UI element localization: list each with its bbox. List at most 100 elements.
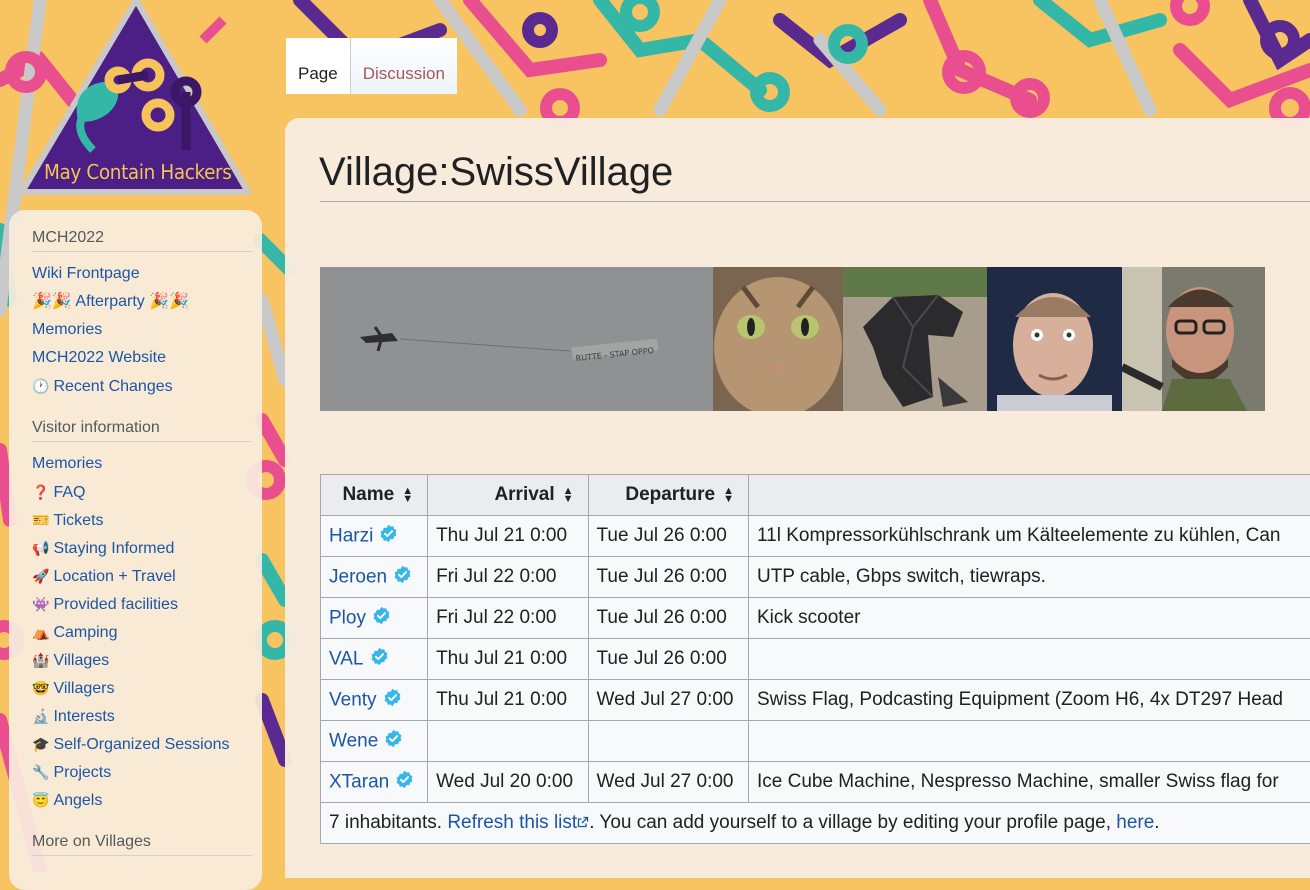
sidebar-item-camping: ⛺Camping: [32, 618, 262, 646]
sidebar-item-icon: 🤓: [32, 674, 49, 702]
cell-departure: Tue Jul 26 0:00: [588, 598, 748, 639]
column-header-brings: [748, 475, 1310, 516]
sidebar-list: Wiki Frontpage 🎉🎉 Afterparty 🎉🎉 Memories MC…: [32, 260, 262, 400]
sidebar-item-icon: ❓: [32, 478, 49, 506]
sidebar-item-icon: 🎓: [32, 730, 49, 758]
sidebar-item-angels: 😇Angels: [32, 786, 262, 814]
cell-name: VAL: [321, 639, 428, 680]
sidebar-item-provided-facilities: 👾Provided facilities: [32, 590, 262, 618]
sidebar-item-afterparty: 🎉🎉 Afterparty 🎉🎉: [32, 288, 262, 316]
sort-icon: ▲▼: [402, 487, 413, 503]
verified-badge-icon: [383, 688, 402, 713]
content-area: Village:SwissVillage RUTTE - STAP OPPO: [285, 118, 1310, 878]
table-row: Venty Thu Jul 21 0:00Wed Jul 27 0:00Swiss…: [321, 680, 1310, 721]
external-link-icon: [577, 816, 589, 828]
photo-polygon-sculpture[interactable]: [843, 267, 987, 411]
cell-arrival: [428, 721, 588, 762]
sidebar-link[interactable]: FAQ: [53, 484, 85, 501]
cell-brings: Swiss Flag, Podcasting Equipment (Zoom H…: [748, 680, 1310, 721]
page-title: Village:SwissVillage: [319, 150, 673, 195]
sidebar-link[interactable]: Self-Organized Sessions: [53, 736, 229, 753]
sidebar-link[interactable]: Location + Travel: [53, 568, 175, 585]
table-row: VALThu Jul 21 0:00Tue Jul 26 0:00: [321, 639, 1310, 680]
verified-badge-icon: [393, 565, 412, 590]
sidebar-link[interactable]: Villages: [53, 652, 109, 669]
sidebar-item-memories: Memories: [32, 316, 262, 344]
sidebar-link[interactable]: Camping: [53, 624, 117, 641]
table-row: Wene: [321, 721, 1310, 762]
villager-link[interactable]: Wene: [329, 730, 378, 751]
villager-link[interactable]: Ploy: [329, 607, 366, 628]
villagers-table: Name▲▼ Arrival▲▼ Departure▲▼ Harzi Thu Ju…: [320, 474, 1310, 844]
column-header-name[interactable]: Name▲▼: [321, 475, 428, 516]
cell-name: Harzi: [321, 516, 428, 557]
column-header-departure[interactable]: Departure▲▼: [588, 475, 748, 516]
sidebar: MCH2022Wiki Frontpage🎉🎉 Afterparty 🎉🎉Mem…: [9, 210, 262, 890]
sidebar-item-projects: 🔧Projects: [32, 758, 262, 786]
cell-departure: Tue Jul 26 0:00: [588, 516, 748, 557]
photo-villager-face-2[interactable]: [1122, 267, 1265, 411]
cell-name: XTaran: [321, 762, 428, 803]
cell-arrival: Thu Jul 21 0:00: [428, 516, 588, 557]
sidebar-link[interactable]: Wiki Frontpage: [32, 265, 140, 282]
cell-brings: Kick scooter: [748, 598, 1310, 639]
sidebar-item-interests: 🔬Interests: [32, 702, 262, 730]
cell-departure: Wed Jul 27 0:00: [588, 680, 748, 721]
villager-link[interactable]: Jeroen: [329, 566, 387, 587]
sidebar-section-mch2022: MCH2022Wiki Frontpage🎉🎉 Afterparty 🎉🎉Mem…: [9, 229, 262, 400]
sidebar-item-villages: 🏰Villages: [32, 646, 262, 674]
cell-name: Jeroen: [321, 557, 428, 598]
sidebar-link[interactable]: Villagers: [53, 680, 114, 697]
sidebar-item-icon: ⛺: [32, 618, 49, 646]
sidebar-item-icon: 🚀: [32, 562, 49, 590]
villager-link[interactable]: Venty: [329, 689, 377, 710]
villager-link[interactable]: XTaran: [329, 771, 389, 792]
cell-arrival: Fri Jul 22 0:00: [428, 598, 588, 639]
table-row: XTaranWed Jul 20 0:00Wed Jul 27 0:00Ice …: [321, 762, 1310, 803]
sidebar-item-staying-informed: 📢Staying Informed: [32, 534, 262, 562]
photo-villager-face-1[interactable]: [987, 267, 1122, 411]
sidebar-item-icon: 🔧: [32, 758, 49, 786]
page-tabs: Page Discussion: [286, 38, 457, 94]
villager-link[interactable]: Harzi: [329, 525, 373, 546]
photo-cat[interactable]: [713, 267, 843, 411]
sort-icon: ▲▼: [563, 487, 574, 503]
verified-badge-icon: [379, 524, 398, 549]
verified-badge-icon: [395, 770, 414, 795]
column-header-arrival[interactable]: Arrival▲▼: [428, 475, 588, 516]
here-link[interactable]: here: [1116, 812, 1154, 833]
tab-discussion[interactable]: Discussion: [350, 38, 457, 94]
sidebar-link[interactable]: Provided facilities: [53, 596, 178, 613]
villager-link[interactable]: VAL: [329, 648, 364, 669]
photo-plane-banner[interactable]: RUTTE - STAP OPPO: [320, 267, 713, 411]
sidebar-link[interactable]: Recent Changes: [53, 378, 172, 395]
sidebar-link[interactable]: Memories: [32, 455, 102, 472]
sidebar-item-mch2022-website: MCH2022 Website: [32, 344, 262, 372]
sidebar-link[interactable]: Memories: [32, 321, 102, 338]
table-footer-row: 7 inhabitants. Refresh this list. You ca…: [321, 803, 1310, 844]
sidebar-item-icon: 🔬: [32, 702, 49, 730]
sidebar-item-icon: 👾: [32, 590, 49, 618]
cell-arrival: Thu Jul 21 0:00: [428, 680, 588, 721]
cell-name: Venty: [321, 680, 428, 721]
sidebar-link[interactable]: Interests: [53, 708, 114, 725]
sidebar-item-memories: Memories: [32, 450, 262, 478]
table-row: Ploy Fri Jul 22 0:00Tue Jul 26 0:00Kick s…: [321, 598, 1310, 639]
refresh-list-link[interactable]: Refresh this list: [447, 812, 589, 833]
sidebar-link[interactable]: Staying Informed: [53, 540, 174, 557]
sidebar-heading: More on Villages: [32, 833, 252, 856]
sidebar-link[interactable]: 🎉🎉 Afterparty 🎉🎉: [32, 293, 189, 310]
sidebar-link[interactable]: MCH2022 Website: [32, 349, 166, 366]
sidebar-list: Memories❓FAQ🎫Tickets📢Staying Informed🚀Lo…: [32, 450, 262, 814]
sidebar-item-wiki-frontpage: Wiki Frontpage: [32, 260, 262, 288]
sidebar-link[interactable]: Angels: [53, 792, 102, 809]
sidebar-link[interactable]: Tickets: [53, 512, 103, 529]
cell-brings: [748, 721, 1310, 762]
cell-brings: [748, 639, 1310, 680]
cell-brings: Ice Cube Machine, Nespresso Machine, sma…: [748, 762, 1310, 803]
cell-departure: Wed Jul 27 0:00: [588, 762, 748, 803]
sidebar-item-icon: 🏰: [32, 646, 49, 674]
sidebar-item-villagers: 🤓Villagers: [32, 674, 262, 702]
tab-page[interactable]: Page: [286, 38, 350, 94]
sidebar-link[interactable]: Projects: [53, 764, 111, 781]
